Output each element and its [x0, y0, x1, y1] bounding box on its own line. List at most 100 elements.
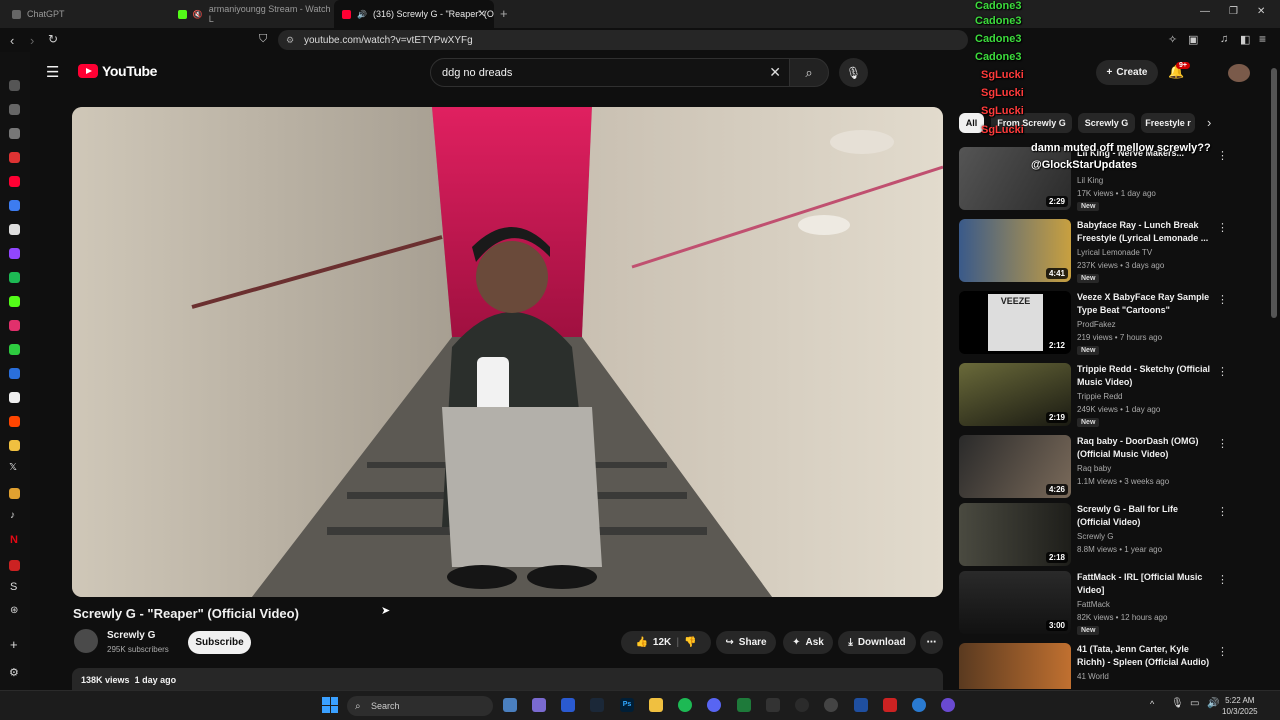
rec-title[interactable]: Babyface Ray - Lunch Break Freestyle (Ly… [1077, 219, 1211, 245]
taskbar-app-icon[interactable] [883, 698, 897, 712]
video-thumbnail[interactable]: 3:00 [959, 571, 1071, 634]
rec-title[interactable]: Raq baby - DoorDash (OMG) (Official Musi… [1077, 435, 1211, 461]
chrome-icon[interactable] [824, 698, 838, 712]
tray-mic-icon[interactable]: 🎙 [1171, 698, 1184, 709]
create-button[interactable]: + Create [1096, 60, 1158, 85]
sidebar-gear-icon[interactable]: ⊛ [10, 605, 18, 616]
tab-kick-stream[interactable]: 🔇 armaniyoungg Stream - Watch L [170, 0, 335, 28]
video-player[interactable] [72, 107, 943, 597]
tiktok-icon[interactable]: ♪ [10, 510, 15, 521]
close-tab-icon[interactable]: ✕ [478, 9, 486, 20]
chip-screwly-g[interactable]: Screwly G [1078, 113, 1135, 133]
tray-volume-icon[interactable]: 🔊 [1207, 698, 1219, 709]
rec-channel[interactable]: Lyrical Lemonade TV [1077, 248, 1152, 257]
video-thumbnail[interactable]: 2:19 [959, 363, 1071, 426]
reload-icon[interactable]: ↻ [48, 32, 58, 46]
ask-button[interactable]: ✦ Ask [783, 631, 833, 654]
steam-icon[interactable] [590, 698, 604, 712]
rec-channel[interactable]: ProdFakez [1077, 320, 1116, 329]
video-thumbnail[interactable]: 4:41 [959, 219, 1071, 282]
taskbar-app-icon[interactable] [503, 698, 517, 712]
rec-menu-icon[interactable]: ⋮ [1217, 221, 1228, 234]
rec-title[interactable]: Screwly G - Ball for Life (Official Vide… [1077, 503, 1211, 529]
rec-channel[interactable]: FattMack [1077, 600, 1110, 609]
rec-title[interactable]: 41 (Tata, Jenn Carter, Kyle Richh) - Spl… [1077, 643, 1211, 669]
sidebar-app-icon[interactable] [9, 368, 20, 379]
taskbar-app-icon[interactable] [854, 698, 868, 712]
system-clock[interactable]: 5:22 AM 10/3/2025 [1222, 695, 1258, 717]
description-box[interactable]: 138K views 1 day ago [72, 668, 943, 690]
recommended-video[interactable]: 2:18 Screwly G - Ball for Life (Official… [959, 503, 1259, 569]
windows-start-icon[interactable] [322, 697, 338, 713]
settings-icon[interactable]: ⚙ [9, 666, 19, 679]
instagram-icon[interactable] [9, 320, 20, 331]
share-button[interactable]: ↪ Share [716, 631, 776, 654]
file-explorer-icon[interactable] [649, 698, 663, 712]
rec-channel[interactable]: 41 World [1077, 672, 1109, 681]
taskbar-app-icon[interactable] [795, 698, 809, 712]
twitch-icon[interactable] [9, 248, 20, 259]
sidebar-app-icon[interactable] [9, 560, 20, 571]
video-thumbnail[interactable]: 2:18 [959, 503, 1071, 566]
taskbar-app-icon[interactable] [532, 698, 546, 712]
video-thumbnail[interactable]: 4:26 [959, 435, 1071, 498]
rec-channel[interactable]: Raq baby [1077, 464, 1111, 473]
restore-icon[interactable]: ❐ [1229, 6, 1238, 17]
recommended-video[interactable]: 3:00 FattMack - IRL [Official Music Vide… [959, 571, 1259, 637]
forward-icon[interactable]: › [30, 33, 34, 48]
search-button[interactable]: ⌕ [789, 58, 829, 87]
voice-search-button[interactable]: 🎙 [839, 58, 868, 87]
site-info-icon[interactable]: ⚙ [286, 35, 294, 46]
rec-title[interactable]: Veeze X BabyFace Ray Sample Type Beat "C… [1077, 291, 1211, 317]
search-input[interactable]: ddg no dreads ✕ [430, 58, 790, 87]
sidebar-app-icon[interactable] [9, 488, 20, 499]
rec-menu-icon[interactable]: ⋮ [1217, 293, 1228, 306]
recommended-video[interactable]: 2:29 Lil King - Nerve Makers... Lil King… [959, 147, 1259, 213]
media-icon[interactable]: ♫ [1220, 33, 1228, 45]
sidebar-s-icon[interactable]: S [10, 581, 17, 593]
taskbar-app-icon[interactable] [561, 698, 575, 712]
minimize-icon[interactable]: — [1200, 6, 1210, 17]
video-thumbnail[interactable]: 2:29 [959, 147, 1071, 210]
spotify-icon[interactable] [9, 272, 20, 283]
sidebar-app-icon[interactable] [9, 392, 20, 403]
netflix-icon[interactable]: N [10, 534, 18, 546]
rec-menu-icon[interactable]: ⋮ [1217, 573, 1228, 586]
sidebar-app-icon[interactable] [9, 200, 20, 211]
tab-search-icon[interactable]: ▣ [1188, 33, 1198, 46]
menu-icon[interactable]: ≡ [1259, 32, 1266, 46]
recommended-video[interactable]: 2:19 Trippie Redd - Sketchy (Official Mu… [959, 363, 1259, 429]
taskbar-app-icon[interactable] [912, 698, 926, 712]
account-avatar[interactable] [1228, 64, 1250, 82]
back-icon[interactable]: ‹ [10, 33, 14, 48]
extensions-icon[interactable]: ✧ [1168, 33, 1177, 46]
rec-menu-icon[interactable]: ⋮ [1217, 365, 1228, 378]
clear-search-icon[interactable]: ✕ [769, 64, 781, 81]
close-window-icon[interactable]: ✕ [1257, 6, 1265, 17]
discord-icon[interactable] [707, 698, 721, 712]
rec-channel[interactable]: Trippie Redd [1077, 392, 1123, 401]
taskbar-search[interactable]: ⌕ Search [347, 696, 493, 716]
bookmark-icon[interactable]: ⛉ [259, 33, 267, 46]
chip-freestyle[interactable]: Freestyle r [1141, 113, 1195, 133]
kick-icon[interactable] [9, 296, 20, 307]
sidebar-app-icon[interactable] [9, 224, 20, 235]
taskbar-app-icon[interactable] [737, 698, 751, 712]
scrollbar-thumb[interactable] [1271, 68, 1277, 318]
sidebar-app-icon[interactable] [9, 80, 20, 91]
rec-title[interactable]: Trippie Redd - Sketchy (Official Music V… [1077, 363, 1211, 389]
tray-display-icon[interactable]: ▭ [1190, 698, 1199, 709]
more-actions-button[interactable]: ⋯ [920, 631, 943, 654]
x-icon[interactable]: 𝕏 [9, 462, 17, 473]
rec-menu-icon[interactable]: ⋮ [1217, 505, 1228, 518]
like-button[interactable]: 👍 12K [635, 637, 671, 648]
video-thumbnail[interactable]: VEEZE 2:12 [959, 291, 1071, 354]
spotify-icon[interactable] [678, 698, 692, 712]
recommended-video[interactable]: VEEZE 2:12 Veeze X BabyFace Ray Sample T… [959, 291, 1259, 357]
tab-youtube-active[interactable]: 🔊 (316) Screwly G - "Reaper" (O ✕ [334, 0, 494, 28]
dislike-button[interactable]: 👎 [684, 637, 696, 648]
rec-menu-icon[interactable]: ⋮ [1217, 149, 1228, 162]
new-tab-icon[interactable]: + [500, 6, 508, 21]
recommended-video[interactable]: 41 (Tata, Jenn Carter, Kyle Richh) - Spl… [959, 643, 1259, 689]
recommended-video[interactable]: 4:26 Raq baby - DoorDash (OMG) (Official… [959, 435, 1259, 501]
